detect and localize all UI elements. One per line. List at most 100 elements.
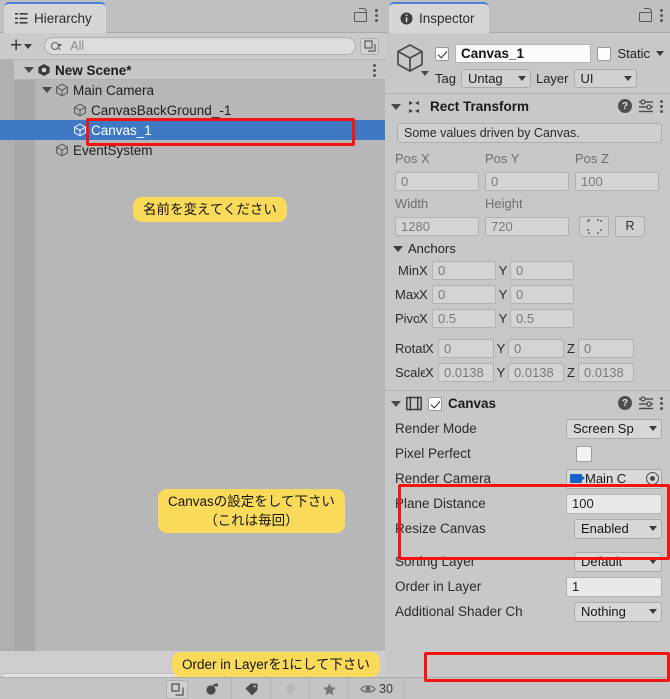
scale-y-input[interactable]: 0.0138 bbox=[508, 362, 564, 382]
hierarchy-item-new-scene[interactable]: New Scene* bbox=[0, 60, 385, 80]
help-icon[interactable]: ? bbox=[618, 396, 632, 410]
gameobject-cube-icon bbox=[393, 41, 427, 75]
static-checkbox[interactable] bbox=[597, 46, 612, 61]
pivot-x-input[interactable]: 0.5 bbox=[432, 308, 496, 328]
rotation-y-input[interactable]: 0 bbox=[508, 338, 564, 358]
additional-shader-ch-dropdown[interactable]: Nothing bbox=[574, 601, 662, 622]
hierarchy-tree[interactable]: New Scene* Main Camera CanvasBackGround_-1… bbox=[0, 60, 385, 651]
search-input-value: All bbox=[70, 39, 85, 53]
light-icon[interactable] bbox=[271, 678, 310, 699]
camera-icon bbox=[570, 474, 585, 483]
pivot-row: PivotX0.5Y0.5 bbox=[385, 306, 670, 330]
render-mode-dropdown[interactable]: Screen Sp bbox=[566, 418, 662, 439]
rotation-z-input[interactable]: 0 bbox=[578, 338, 634, 358]
kebab-menu-icon[interactable] bbox=[660, 396, 664, 410]
tag-icon[interactable] bbox=[232, 678, 271, 699]
render-camera-value: Main C bbox=[585, 471, 627, 486]
object-picker-icon[interactable] bbox=[646, 472, 659, 485]
note-canvas-settings: Canvasの設定をして下さい （これは毎回） bbox=[158, 489, 345, 533]
hierarchy-item-canvasbackground-1[interactable]: CanvasBackGround_-1 bbox=[0, 100, 385, 120]
pos-z-input[interactable]: 100 bbox=[575, 171, 659, 191]
foldout-arrow-icon[interactable] bbox=[391, 400, 401, 407]
canvas-row-render-camera: Render Camera Main C bbox=[385, 466, 670, 491]
hierarchy-panel: Hierarchy + All New Scene* Main Camera C… bbox=[0, 0, 385, 699]
object-enabled-checkbox[interactable] bbox=[435, 46, 449, 61]
scale-x-input[interactable]: 0.0138 bbox=[438, 362, 494, 382]
order-in-layer-input[interactable]: 1 bbox=[566, 576, 662, 597]
hierarchy-item-canvas-1[interactable]: Canvas_1 bbox=[0, 120, 385, 140]
add-gameobject-button[interactable]: + bbox=[6, 35, 36, 56]
chevron-down-icon bbox=[623, 76, 632, 81]
rect-transform-info: Some values driven by Canvas. bbox=[397, 123, 662, 143]
width-input[interactable]: 1280 bbox=[395, 216, 479, 236]
blueprint-mode-icon[interactable] bbox=[579, 215, 609, 237]
pivot-y-input[interactable]: 0.5 bbox=[510, 308, 574, 328]
unity-scene-icon bbox=[37, 63, 51, 77]
canvas-enabled-checkbox[interactable] bbox=[428, 396, 442, 411]
plane-distance-input[interactable]: 100 bbox=[566, 493, 662, 514]
anchor-min-label: Min bbox=[398, 262, 419, 278]
kebab-menu-icon[interactable] bbox=[373, 63, 377, 77]
anchor_min-y-input[interactable]: 0 bbox=[510, 260, 574, 280]
eye-count-cell[interactable]: 30 bbox=[349, 678, 405, 699]
foldout-arrow-icon[interactable] bbox=[42, 87, 52, 93]
eye-icon bbox=[360, 685, 376, 693]
position-fields: 0 0 100 bbox=[395, 169, 664, 193]
gameobject-cube-icon bbox=[55, 83, 69, 97]
tab-hierarchy[interactable]: Hierarchy bbox=[4, 2, 106, 33]
rotation-z-label: Z bbox=[567, 340, 575, 356]
chevron-down-icon bbox=[649, 526, 657, 531]
resize-canvas-dropdown[interactable]: Enabled bbox=[574, 518, 662, 539]
sorting-layer-dropdown[interactable]: Default bbox=[574, 551, 662, 572]
search-input[interactable]: All bbox=[44, 37, 356, 55]
size-labels: Width Height bbox=[395, 193, 664, 214]
static-label: Static bbox=[617, 46, 650, 61]
kebab-menu-icon[interactable] bbox=[660, 8, 664, 22]
canvas-actions: ? bbox=[618, 396, 664, 410]
tab-inspector-label: Inspector bbox=[419, 11, 475, 26]
kebab-menu-icon[interactable] bbox=[660, 99, 664, 113]
hierarchy-item-main-camera[interactable]: Main Camera bbox=[0, 80, 385, 100]
canvas-row-sorting-layer: Sorting Layer Default bbox=[385, 549, 670, 574]
anchor-max-row: Max X 0 Y 0 bbox=[385, 282, 670, 306]
rect-transform-header[interactable]: Rect Transform ? bbox=[385, 93, 670, 119]
foldout-arrow-icon[interactable] bbox=[24, 67, 34, 73]
hierarchy-item-label: New Scene* bbox=[55, 62, 132, 78]
tag-dropdown[interactable]: Untag bbox=[460, 69, 531, 88]
preset-settings-icon[interactable] bbox=[639, 99, 653, 113]
canvas-row-order-in-layer: Order in Layer 1 bbox=[385, 574, 670, 599]
paint-bucket-icon[interactable] bbox=[193, 678, 232, 699]
anchors-foldout[interactable]: Anchors bbox=[385, 238, 670, 258]
foldout-arrow-icon[interactable] bbox=[391, 103, 401, 110]
scale-z-input[interactable]: 0.0138 bbox=[578, 362, 634, 382]
anchor-axis-rows: MinX0Y0MaxX0Y0PivotX0.5Y0.5RotationX0Y0Z… bbox=[385, 258, 670, 384]
lock-open-icon[interactable] bbox=[639, 8, 652, 22]
lock-open-icon[interactable] bbox=[354, 8, 367, 22]
raw-edit-button[interactable]: R bbox=[615, 215, 645, 237]
height-label: Height bbox=[485, 196, 523, 211]
pos-x-input[interactable]: 0 bbox=[395, 171, 479, 191]
object-name-field[interactable]: Canvas_1 bbox=[455, 44, 592, 63]
anchor_max-x-input[interactable]: 0 bbox=[432, 284, 496, 304]
height-input[interactable]: 720 bbox=[485, 216, 569, 236]
layer-dropdown[interactable]: UI bbox=[573, 69, 637, 88]
anchor-preset-icon[interactable] bbox=[406, 99, 422, 115]
hierarchy-item-eventsystem[interactable]: EventSystem bbox=[0, 140, 385, 160]
tab-inspector[interactable]: Inspector bbox=[389, 2, 489, 33]
anchor_max-y-input[interactable]: 0 bbox=[510, 284, 574, 304]
status-bar: 30 bbox=[0, 677, 670, 699]
static-chevron-down-icon[interactable] bbox=[656, 51, 664, 56]
pos-y-input[interactable]: 0 bbox=[485, 171, 569, 191]
chevron-down-icon[interactable] bbox=[421, 71, 429, 76]
preset-settings-icon[interactable] bbox=[639, 396, 653, 410]
status-bar-icons: 30 bbox=[165, 678, 405, 699]
pixel-perfect-checkbox[interactable] bbox=[576, 445, 592, 462]
render-camera-object-field[interactable]: Main C bbox=[566, 468, 662, 489]
help-icon[interactable]: ? bbox=[618, 99, 632, 113]
anchor_min-x-input[interactable]: 0 bbox=[432, 260, 496, 280]
kebab-menu-icon[interactable] bbox=[375, 8, 379, 22]
rotation-x-input[interactable]: 0 bbox=[438, 338, 494, 358]
canvas-component-header[interactable]: Canvas ? bbox=[385, 390, 670, 416]
star-icon[interactable] bbox=[310, 678, 349, 699]
expand-search-icon[interactable] bbox=[360, 37, 379, 55]
